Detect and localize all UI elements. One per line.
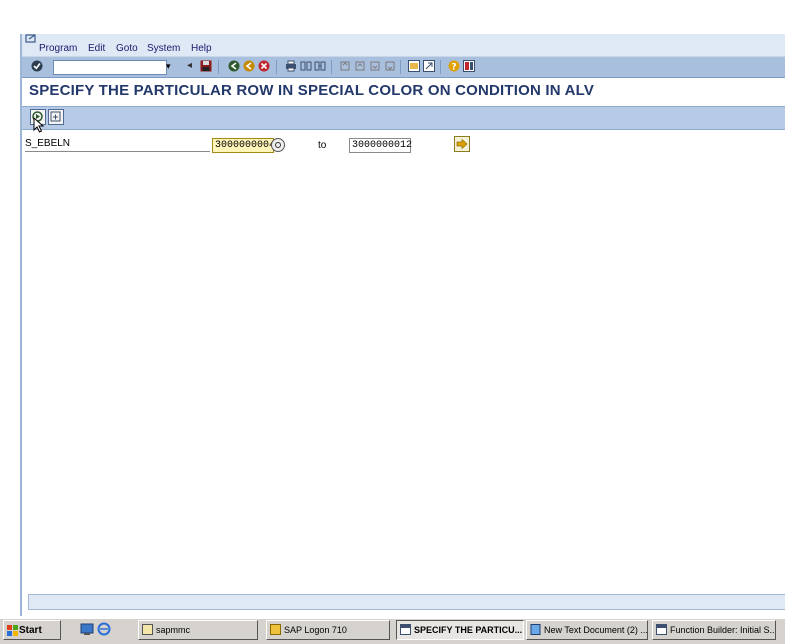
page-title: SPECIFY THE PARTICULAR ROW IN SPECIAL CO… (29, 82, 595, 99)
print-icon[interactable] (285, 60, 297, 72)
mouse-cursor-icon (33, 117, 45, 133)
customize-layout-icon[interactable] (463, 60, 475, 72)
last-page-icon[interactable] (384, 60, 396, 72)
cancel-icon[interactable] (258, 60, 270, 72)
exit-icon[interactable] (243, 60, 255, 72)
expand-arrow-icon[interactable]: ◂ (187, 60, 192, 71)
status-bar (28, 594, 785, 610)
sap-window-icon (656, 624, 667, 635)
find-next-icon[interactable] (314, 60, 326, 72)
notepad-icon (530, 624, 541, 635)
taskbar-item-specify-program[interactable]: SPECIFY THE PARTICU... (396, 620, 524, 640)
svg-text:?: ? (451, 63, 456, 73)
selection-options-button[interactable] (271, 138, 285, 152)
toolbar-separator (276, 60, 277, 74)
dropdown-icon[interactable]: ▾ (166, 61, 171, 72)
help-icon[interactable]: ? (448, 60, 460, 72)
sap-window-icon (400, 624, 411, 635)
task-label: New Text Document (2) ... (544, 625, 648, 635)
task-label: sapmmc (156, 625, 191, 635)
start-button[interactable]: Start (3, 620, 61, 640)
back-icon[interactable] (228, 60, 240, 72)
windows-logo-icon (7, 625, 18, 636)
task-label: SAP Logon 710 (284, 625, 347, 635)
menu-help[interactable]: Help (191, 43, 212, 54)
selection-options-icon (275, 142, 281, 148)
toolbar-separator (331, 60, 332, 74)
taskbar-item-sap-logon[interactable]: SAP Logon 710 (266, 620, 390, 640)
previous-page-icon[interactable] (354, 60, 366, 72)
show-desktop-icon[interactable] (80, 622, 94, 636)
variant-icon (50, 111, 61, 122)
menu-goto[interactable]: Goto (116, 43, 138, 54)
internet-explorer-icon[interactable] (97, 622, 111, 636)
application-toolbar (22, 106, 785, 130)
system-menu-icon[interactable] (25, 34, 37, 44)
menu-program[interactable]: Program (39, 43, 77, 54)
taskbar-item-text-document[interactable]: New Text Document (2) ... (526, 620, 648, 640)
toolbar-separator (440, 60, 441, 74)
start-label: Start (19, 625, 42, 636)
multiple-selection-button[interactable] (454, 136, 470, 152)
arrow-right-icon (456, 138, 468, 150)
to-value-input[interactable]: 3000000012 (349, 138, 412, 153)
next-page-icon[interactable] (369, 60, 381, 72)
toolbar-separator (218, 60, 219, 74)
menu-edit[interactable]: Edit (88, 43, 105, 54)
command-field[interactable] (53, 60, 167, 75)
get-variant-button[interactable] (48, 109, 64, 125)
label-underline (25, 151, 210, 152)
from-value-input[interactable]: 3000000004 (212, 138, 275, 153)
task-label: Function Builder: Initial S... (670, 625, 776, 635)
menu-system[interactable]: System (147, 43, 180, 54)
toolbar-separator (400, 60, 401, 74)
shortcut-icon[interactable] (423, 60, 435, 72)
first-page-icon[interactable] (339, 60, 351, 72)
task-label: SPECIFY THE PARTICU... (414, 625, 523, 635)
to-label: to (318, 140, 327, 151)
taskbar-item-function-builder[interactable]: Function Builder: Initial S... (652, 620, 776, 640)
select-option-label: S_EBELN (25, 138, 71, 149)
enter-check-icon[interactable] (31, 60, 43, 72)
find-icon[interactable] (300, 60, 312, 72)
sap-logon-icon (270, 624, 281, 635)
taskbar-item-sapmmc[interactable]: sapmmc (138, 620, 258, 640)
new-session-icon[interactable] (408, 60, 420, 72)
sap-console-icon (142, 624, 153, 635)
save-icon[interactable] (200, 60, 212, 72)
